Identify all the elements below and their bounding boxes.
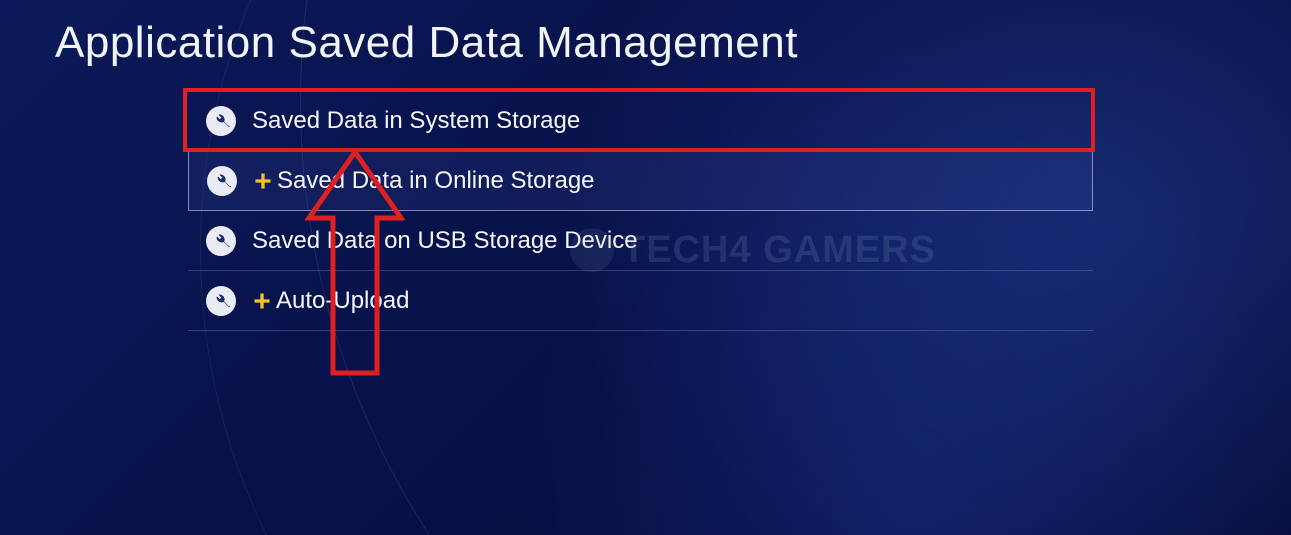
menu-item-label: Saved Data in Online Storage xyxy=(277,167,595,195)
ps-plus-icon xyxy=(252,291,272,311)
wrench-icon xyxy=(206,286,236,316)
ps-plus-icon xyxy=(253,171,273,191)
menu-item-label: Auto-Upload xyxy=(276,287,409,315)
menu-item-auto-upload[interactable]: Auto-Upload xyxy=(188,271,1093,331)
wrench-icon xyxy=(207,166,237,196)
page-title: Application Saved Data Management xyxy=(55,18,798,68)
menu-item-label: Saved Data on USB Storage Device xyxy=(252,227,638,255)
menu-item-system-storage[interactable]: Saved Data in System Storage xyxy=(188,91,1093,151)
wrench-icon xyxy=(206,226,236,256)
menu-item-label: Saved Data in System Storage xyxy=(252,107,580,135)
wrench-icon xyxy=(206,106,236,136)
menu-item-online-storage[interactable]: Saved Data in Online Storage xyxy=(188,151,1093,211)
menu-item-usb-storage[interactable]: Saved Data on USB Storage Device xyxy=(188,211,1093,271)
menu-list: Saved Data in System Storage Saved Data … xyxy=(188,91,1093,331)
